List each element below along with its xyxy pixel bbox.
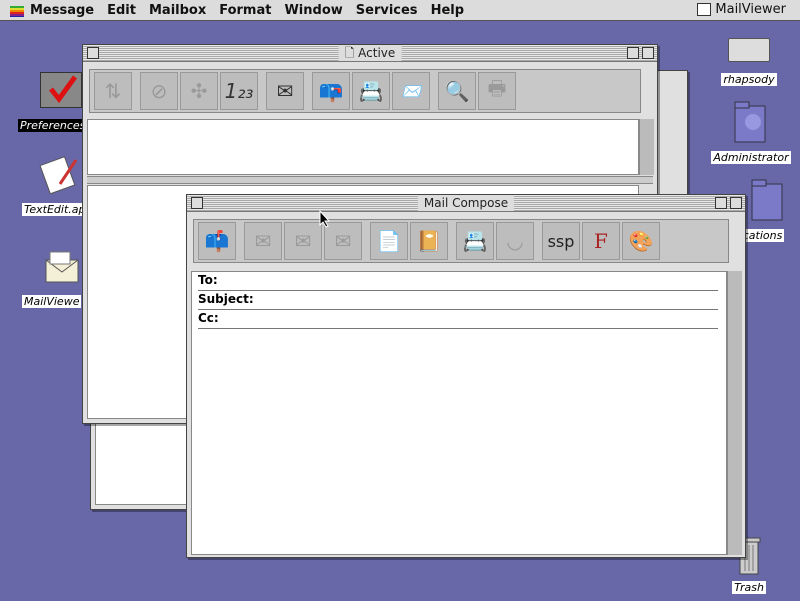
notebook-button[interactable]: 📔 [410,222,448,260]
cc-field[interactable]: Cc: [198,310,718,329]
textedit-icon [38,154,78,195]
reply-button[interactable]: ✉ [244,222,282,260]
compose-collapse-box[interactable] [730,197,742,209]
print-button[interactable]: 🖶 [478,72,516,110]
menu-edit[interactable]: Edit [107,3,136,18]
search-icon[interactable]: 🔍 [438,72,476,110]
compose-window[interactable]: Mail Compose 📫 ✉ ✉ ✉ 📄 📔 📇 ◡ ssp F 🎨 To:… [186,194,746,558]
desktop-icon-administrator[interactable]: Administrator [710,100,792,165]
subject-field[interactable]: Subject: [198,291,718,310]
attach-document-button[interactable]: 📄 [370,222,408,260]
active-toolbar: ⇅ ⊘ ✣ 1₂₃ ✉ 📪 📇 📨 🔍 🖶 [89,69,641,113]
message-list[interactable] [87,119,639,175]
smile-button[interactable]: ◡ [496,222,534,260]
compose-titlebar[interactable]: Mail Compose [187,195,745,212]
apple-menu-icon[interactable] [10,3,24,17]
zoom-box[interactable] [627,47,639,59]
desktop-label-textedit: TextEdit.ap [22,203,88,216]
application-menu[interactable]: MailViewer [697,2,786,17]
subject-label: Subject: [198,292,254,306]
mark-read-button[interactable]: ✉ [266,72,304,110]
compose-close-box[interactable] [191,197,203,209]
document-icon: 🗋 [344,46,359,60]
desktop-icon-rhapsody[interactable]: rhapsody [712,38,786,87]
compose-window-title: Mail Compose [417,195,515,211]
desktop-label-mailviewer: MailViewe [22,295,82,308]
to-label: To: [198,273,218,287]
menu-format[interactable]: Format [219,3,271,18]
mailviewer-icon [42,248,82,288]
compose-body[interactable]: To: Subject: Cc: [191,271,727,555]
font-panel-button[interactable]: F [582,222,620,260]
send-mailbox-button[interactable]: 📫 [198,222,236,260]
mailbox-button[interactable]: 📪 [312,72,350,110]
to-field[interactable]: To: [198,272,718,291]
compose-toolbar: 📫 ✉ ✉ ✉ 📄 📔 📇 ◡ ssp F 🎨 [193,219,729,263]
applications-folder-icon [750,178,786,222]
desktop-icon-textedit[interactable]: TextEdit.ap [22,154,88,217]
up-down-arrows-button[interactable]: ⇅ [94,72,132,110]
compact-button[interactable]: ✣ [180,72,218,110]
menubar: Message Edit Mailbox Format Window Servi… [0,0,800,21]
hard-disk-icon [728,38,770,62]
mouse-pointer-icon [319,209,331,232]
address-book-button[interactable]: 📇 [352,72,390,110]
home-folder-icon [733,100,769,144]
compose-button[interactable]: 📨 [392,72,430,110]
compose-scrollbar[interactable] [727,271,742,555]
desktop-label-administrator: Administrator [711,151,791,164]
mailviewer-app-icon [697,3,712,16]
active-window-title: 🗋 Active [338,45,402,61]
compose-zoom-box[interactable] [715,197,727,209]
color-palette-icon[interactable]: 🎨 [622,222,660,260]
message-list-scrollbar[interactable] [639,119,654,175]
number-sort-button[interactable]: 1₂₃ [220,72,258,110]
active-titlebar[interactable]: 🗋 Active [83,45,657,62]
address-book-button[interactable]: 📇 [456,222,494,260]
menu-message[interactable]: Message [30,3,94,18]
desktop-icon-preferences[interactable]: Preferences [18,72,88,133]
close-box[interactable] [87,47,99,59]
menu-mailbox[interactable]: Mailbox [149,3,206,18]
reply-all-button[interactable]: ✉ [284,222,322,260]
menu-services[interactable]: Services [356,3,418,18]
menu-help[interactable]: Help [431,3,464,18]
desktop-label-rhapsody: rhapsody [721,73,777,86]
collapse-box[interactable] [642,47,654,59]
ssp-button[interactable]: ssp [542,222,580,260]
split-view-divider[interactable] [87,176,653,184]
menu-window[interactable]: Window [284,3,342,18]
stop-button[interactable]: ⊘ [140,72,178,110]
desktop-icon-mailviewer[interactable]: MailViewe [22,248,82,309]
application-name: MailViewer [715,2,786,17]
desktop-label-preferences: Preferences [18,119,88,132]
preferences-icon [40,72,82,108]
cc-label: Cc: [198,311,219,325]
desktop-label-trash: Trash [732,581,766,594]
